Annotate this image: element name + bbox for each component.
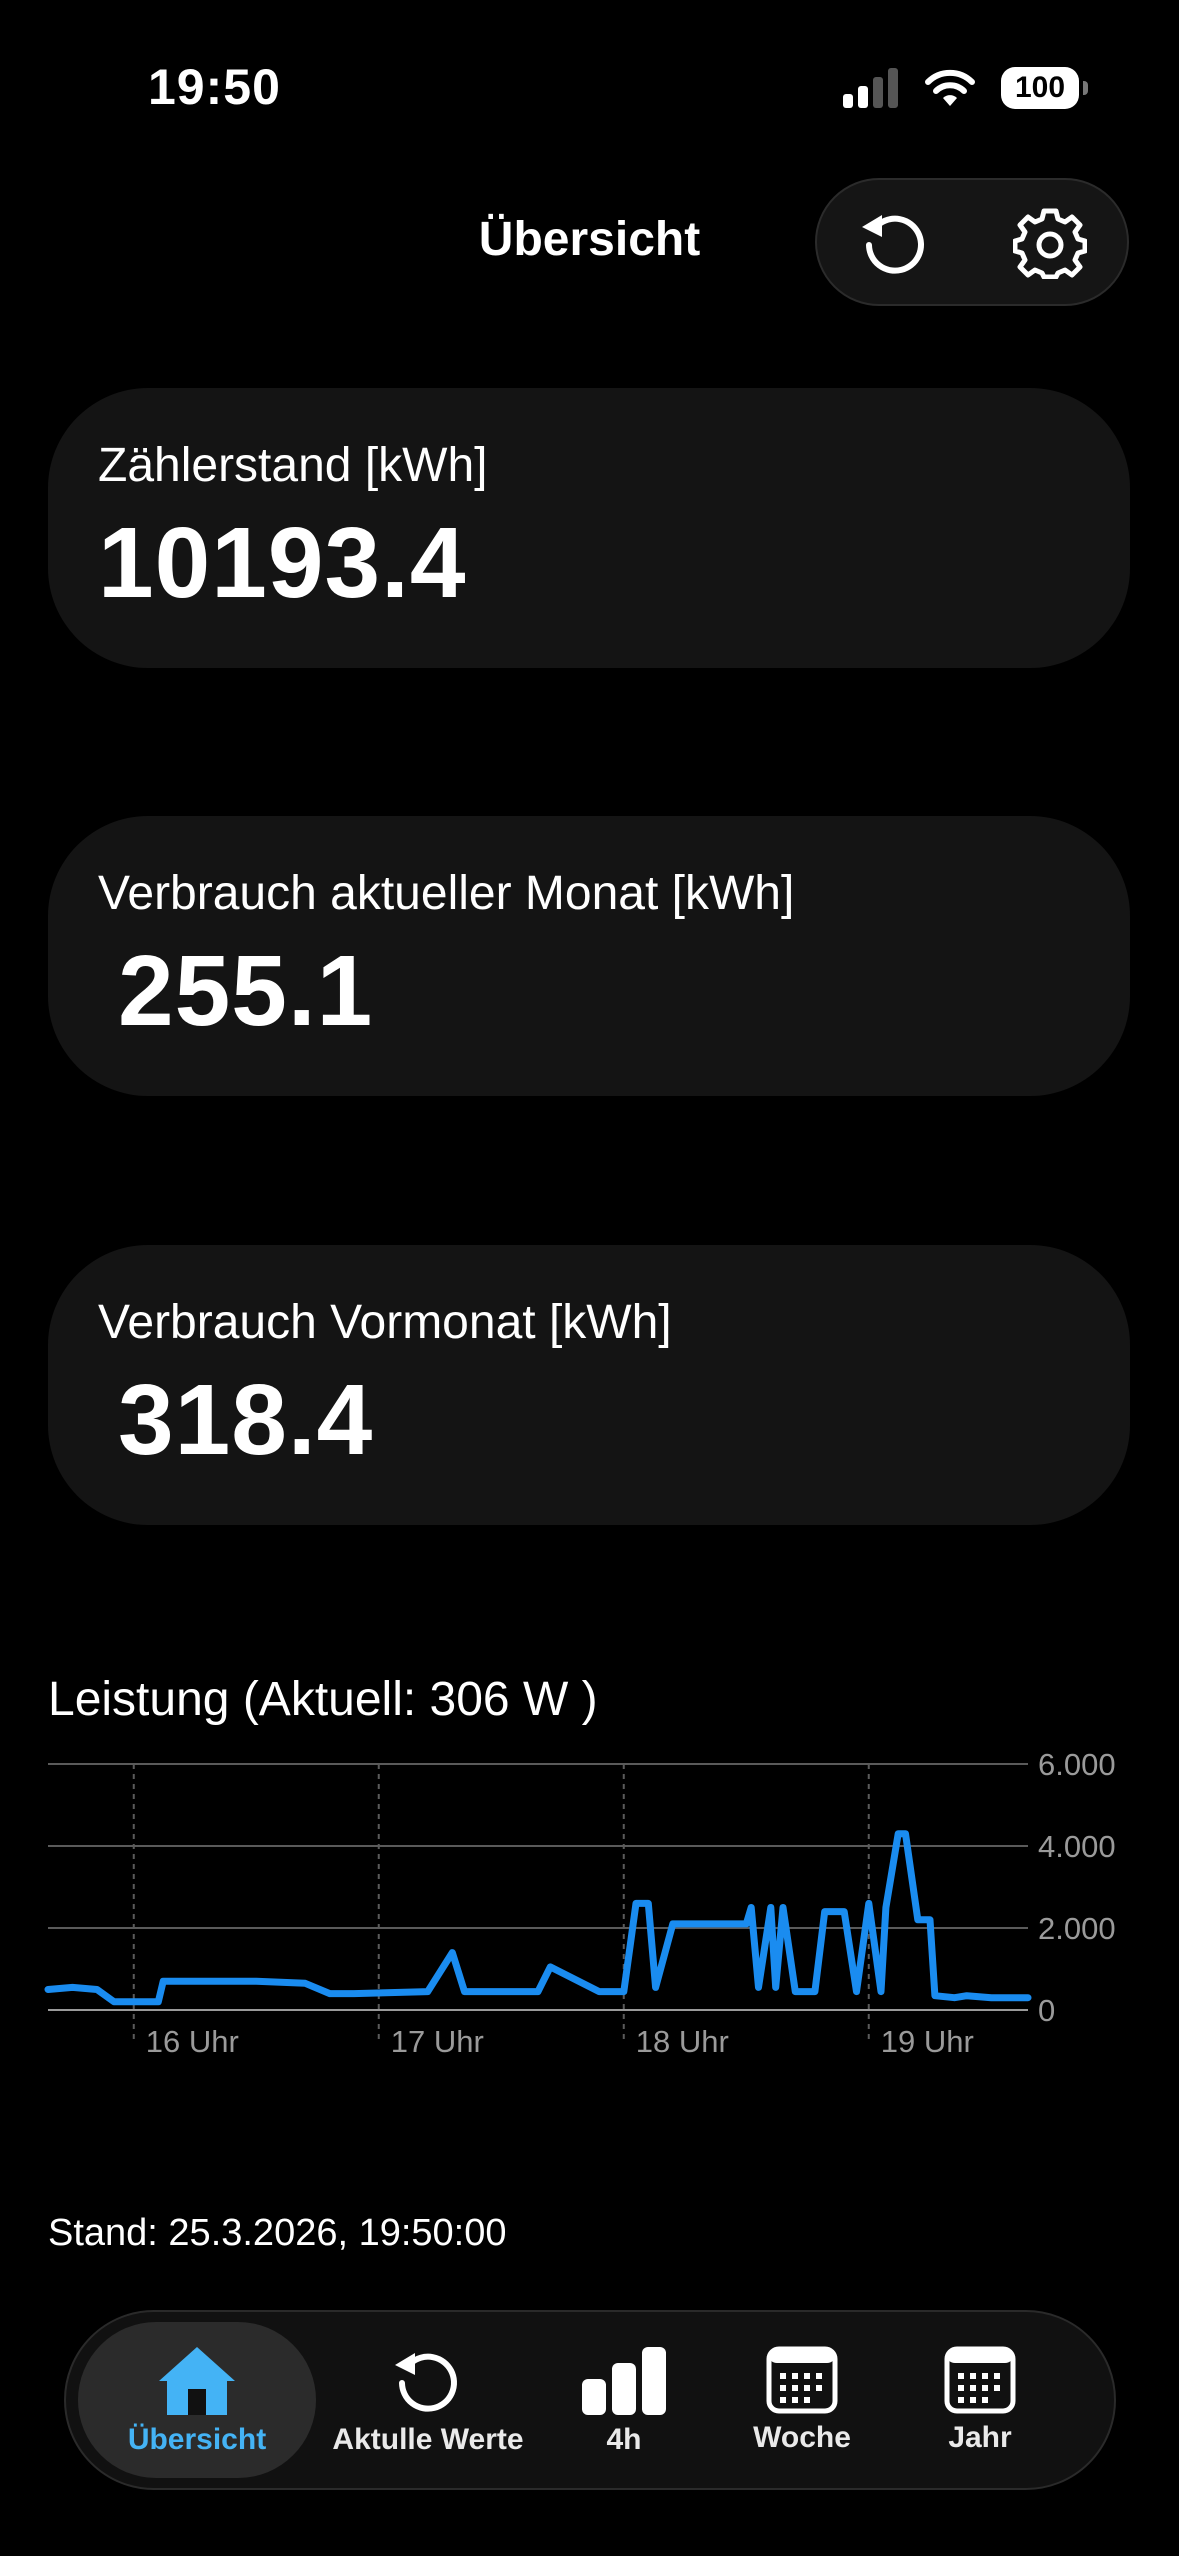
battery-indicator: 100 — [1001, 67, 1088, 109]
nav-action-group — [815, 178, 1129, 306]
bar-chart-icon — [582, 2347, 666, 2415]
meter-reading-label: Zählerstand [kWh] — [98, 439, 488, 492]
chart-title: Leistung (Aktuell: 306 W ) — [48, 1673, 598, 1726]
tab-aktuelle-werte[interactable]: Aktulle Werte — [318, 2312, 538, 2488]
tab-label: Jahr — [948, 2421, 1012, 2454]
tab-woche[interactable]: Woche — [720, 2312, 884, 2488]
refresh-icon — [395, 2353, 457, 2412]
previous-month-value: 318.4 — [118, 1364, 374, 1476]
power-chart: 6.000 4.000 2.000 0 16 Uhr 17 Uhr 18 Uhr 19 Uhr — [44, 1747, 1116, 2059]
calendar-icon — [766, 2346, 838, 2414]
previous-month-label: Verbrauch Vormonat [kWh] — [98, 1296, 672, 1349]
current-month-label: Verbrauch aktueller Monat [kWh] — [98, 867, 795, 920]
x-tick-label: 19 Uhr — [881, 2024, 974, 2059]
refresh-icon — [861, 215, 924, 274]
tab-label: 4h — [606, 2423, 642, 2456]
tab-uebersicht[interactable]: Übersicht — [78, 2322, 316, 2478]
previous-month-card: Verbrauch Vormonat [kWh] 318.4 — [48, 1245, 1130, 1525]
tab-bar: Übersicht Aktulle Werte 4h Woche Jahr — [64, 2310, 1116, 2490]
signal-icon — [843, 68, 898, 108]
gear-icon — [1012, 208, 1087, 279]
current-month-card: Verbrauch aktueller Monat [kWh] 255.1 — [48, 816, 1130, 1096]
x-tick-label: 17 Uhr — [391, 2024, 484, 2059]
y-tick-label: 0 — [1038, 1993, 1055, 2028]
x-tick-label: 18 Uhr — [636, 2024, 729, 2059]
tab-jahr[interactable]: Jahr — [900, 2312, 1060, 2488]
y-tick-label: 2.000 — [1038, 1911, 1116, 1946]
tab-4h[interactable]: 4h — [544, 2312, 704, 2488]
y-tick-label: 4.000 — [1038, 1829, 1116, 1864]
settings-button[interactable] — [1010, 202, 1090, 282]
house-icon — [159, 2347, 235, 2415]
x-tick-label: 16 Uhr — [146, 2024, 239, 2059]
meter-reading-value: 10193.4 — [98, 507, 467, 619]
current-month-value: 255.1 — [118, 935, 374, 1047]
wifi-icon — [925, 69, 975, 106]
status-indicators: 100 — [843, 62, 1088, 114]
power-series-line — [44, 1830, 1032, 2006]
tab-label: Übersicht — [127, 2423, 267, 2456]
tab-label: Woche — [753, 2421, 851, 2454]
status-time: 19:50 — [148, 59, 281, 115]
refresh-button[interactable] — [855, 202, 935, 282]
calendar-icon — [944, 2346, 1016, 2414]
tab-label: Aktulle Werte — [332, 2423, 524, 2456]
timestamp-text: Stand: 25.3.2026, 19:50:00 — [48, 2212, 507, 2254]
meter-reading-card: Zählerstand [kWh] 10193.4 — [48, 388, 1130, 668]
y-tick-label: 6.000 — [1038, 1747, 1116, 1782]
